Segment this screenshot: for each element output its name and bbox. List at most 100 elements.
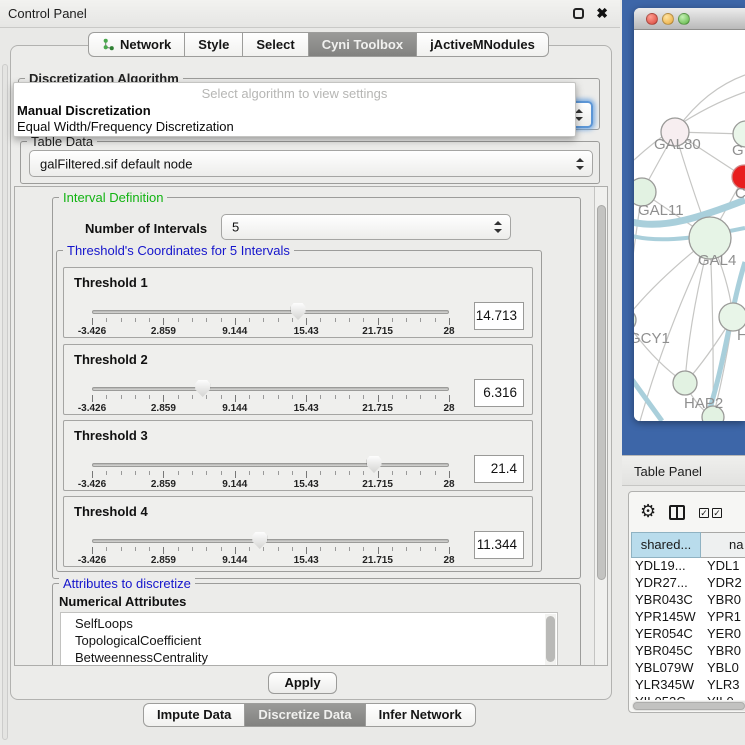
slider-tick-label: 28 — [443, 555, 454, 566]
node-label-gcy1: GCY1 — [634, 330, 670, 347]
slider-tick — [335, 471, 336, 475]
network-view-window[interactable]: GAL80 G C GAL11 GAL4 GCY1 H HAP2 — [634, 8, 745, 421]
table-row[interactable]: YBR045CYBR0 — [631, 643, 745, 660]
node-label-gal11: GAL11 — [638, 202, 684, 219]
slider-tick — [106, 471, 107, 475]
network-canvas[interactable]: GAL80 G C GAL11 GAL4 GCY1 H HAP2 — [634, 30, 745, 421]
slider-tick — [320, 395, 321, 399]
settings-vertical-scrollbar[interactable] — [594, 187, 607, 665]
number-of-intervals-select[interactable]: 5 — [221, 214, 511, 240]
node-label-hap2: HAP2 — [684, 395, 723, 412]
tab-style[interactable]: Style — [185, 32, 243, 57]
slider-track[interactable] — [92, 310, 449, 314]
slider-track[interactable] — [92, 463, 449, 467]
node-gcy1[interactable] — [634, 309, 636, 331]
slider-tick-label: -3.426 — [78, 555, 106, 566]
slider-tick-label: 9.144 — [222, 555, 247, 566]
slider-track[interactable] — [92, 539, 449, 543]
settings-scrollpane: Interval Definition Number of Intervals … — [14, 186, 608, 666]
gear-icon[interactable]: ⚙ — [640, 501, 656, 522]
table-data-select[interactable]: galFiltered.sif default node — [29, 150, 593, 177]
column-header-name[interactable]: na — [701, 532, 745, 558]
slider-tick-label: 9.144 — [222, 479, 247, 490]
threshold-box: Threshold 3-3.4262.8599.14415.4321.71528… — [63, 420, 533, 491]
slider-tick — [163, 395, 164, 402]
attribute-list-item[interactable]: SelfLoops — [61, 615, 557, 632]
slider-tick — [335, 395, 336, 399]
checkbox-icon[interactable]: ✓ — [712, 508, 722, 518]
left-scroll-strip[interactable] — [2, 64, 8, 740]
table-row[interactable]: YPR145WYPR1 — [631, 609, 745, 626]
slider-tick — [121, 471, 122, 475]
table-header-row: shared... na — [631, 532, 745, 558]
tab-select[interactable]: Select — [243, 32, 308, 57]
attributes-list-scrollbar[interactable] — [545, 614, 556, 666]
slider-tick — [435, 547, 436, 551]
node-hap2[interactable] — [673, 371, 697, 395]
threshold-value-field[interactable]: 11.344 — [474, 531, 524, 559]
slider-tick-label: 15.43 — [294, 326, 319, 337]
table-horizontal-scrollbar[interactable] — [632, 701, 745, 711]
dropdown-item-equal-width[interactable]: Equal Width/Frequency Discretization — [17, 119, 234, 134]
number-of-intervals-label: Number of Intervals — [85, 221, 207, 236]
slider-tick-label: 15.43 — [294, 555, 319, 566]
attributes-group: Attributes to discretize Numerical Attri… — [52, 583, 581, 666]
slider-tick — [320, 471, 321, 475]
tab-infer-network[interactable]: Infer Network — [366, 703, 476, 727]
cell-shared-name: YDL19... — [631, 558, 703, 575]
minimize-traffic-light-icon[interactable] — [662, 13, 674, 25]
threshold-value-field[interactable]: 6.316 — [474, 379, 524, 407]
slider-tick — [449, 395, 450, 402]
close-traffic-light-icon[interactable] — [646, 13, 658, 25]
slider-tick — [92, 471, 93, 478]
tab-impute-data[interactable]: Impute Data — [143, 703, 245, 727]
table-row[interactable]: YBL079WYBL0 — [631, 660, 745, 677]
table-row[interactable]: YLR345WYLR3 — [631, 677, 745, 694]
tab-discretize-data-label: Discretize Data — [258, 704, 351, 726]
slider-tick — [406, 395, 407, 399]
slider-thumb[interactable] — [367, 456, 382, 473]
threshold-value-field[interactable]: 14.713 — [474, 302, 524, 330]
cell-name: YBL0 — [703, 660, 745, 677]
apply-button[interactable]: Apply — [268, 672, 337, 694]
slider-tick — [163, 547, 164, 554]
tab-cyni-toolbox-label: Cyni Toolbox — [322, 33, 403, 56]
checkbox-icon[interactable]: ✓ — [699, 508, 709, 518]
slider-tick — [292, 547, 293, 551]
slider-tick — [406, 318, 407, 322]
table-row[interactable]: YDL19...YDL1 — [631, 558, 745, 575]
attribute-list-item[interactable]: BetweennessCentrality — [61, 649, 557, 666]
tab-discretize-data[interactable]: Discretize Data — [245, 703, 365, 727]
cell-shared-name: YIL052C — [631, 694, 703, 700]
slider-thumb[interactable] — [252, 532, 267, 549]
close-icon[interactable]: ✖ — [596, 5, 608, 22]
table-row[interactable]: YIL052CYIL0 — [631, 694, 745, 700]
attributes-group-title: Attributes to discretize — [59, 576, 195, 591]
slider-track[interactable] — [92, 387, 449, 391]
float-window-icon[interactable] — [573, 8, 584, 19]
slider-thumb[interactable] — [195, 380, 210, 397]
interval-definition-group: Interval Definition Number of Intervals … — [52, 197, 581, 579]
column-layout-icon[interactable] — [669, 505, 685, 520]
cell-shared-name: YPR145W — [631, 609, 703, 626]
table-row[interactable]: YER054CYER0 — [631, 626, 745, 643]
tab-jactivemnodules[interactable]: jActiveMNodules — [417, 32, 549, 57]
threshold-value-field[interactable]: 21.4 — [474, 455, 524, 483]
dropdown-item-manual-discretization[interactable]: Manual Discretization — [17, 103, 151, 118]
network-window-titlebar[interactable] — [634, 8, 745, 30]
tab-network[interactable]: Network — [88, 32, 185, 57]
tab-cyni-toolbox[interactable]: Cyni Toolbox — [309, 32, 417, 57]
slider-tick — [278, 395, 279, 399]
zoom-traffic-light-icon[interactable] — [678, 13, 690, 25]
slider-tick-label: -3.426 — [78, 326, 106, 337]
attr-items-container: SelfLoopsTopologicalCoefficientBetweenne… — [61, 613, 557, 666]
attribute-list-item[interactable]: TopologicalCoefficient — [61, 632, 557, 649]
slider-tick — [420, 471, 421, 475]
table-row[interactable]: YBR043CYBR0 — [631, 592, 745, 609]
table-row[interactable]: YDR27...YDR2 — [631, 575, 745, 592]
number-of-intervals-value: 5 — [232, 220, 239, 235]
table-panel-title: Table Panel — [634, 464, 702, 479]
column-header-shared-name[interactable]: shared... — [631, 532, 701, 558]
algorithm-dropdown-popup: Select algorithm to view settings Manual… — [13, 82, 576, 137]
slider-tick-label: -3.426 — [78, 403, 106, 414]
